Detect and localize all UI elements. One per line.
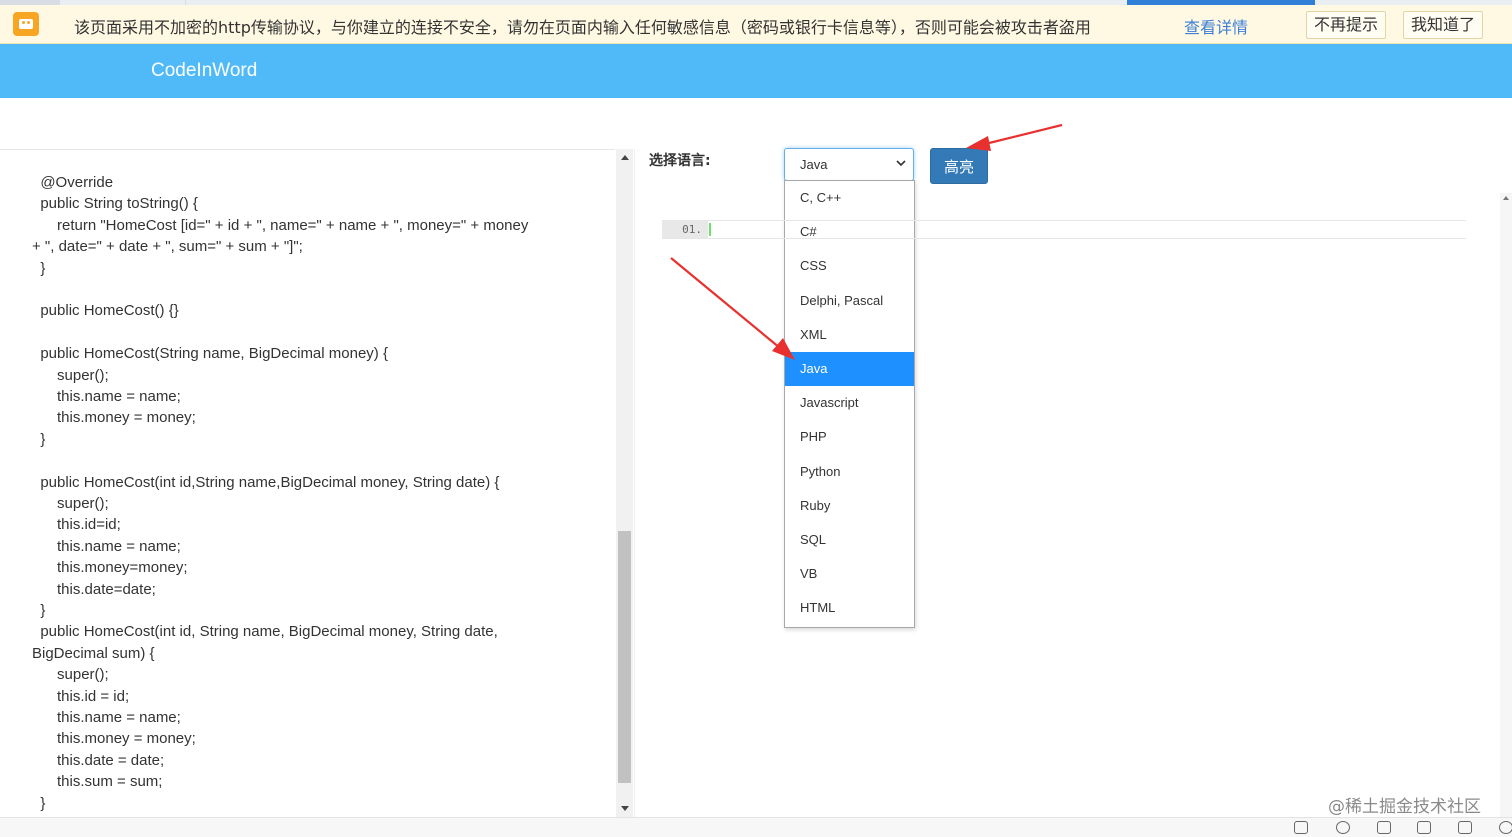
annotation-arrows xyxy=(670,123,1063,360)
annotation-arrow-to-highlight-button xyxy=(966,123,1063,151)
annotation-arrow-to-java-option xyxy=(670,257,795,360)
